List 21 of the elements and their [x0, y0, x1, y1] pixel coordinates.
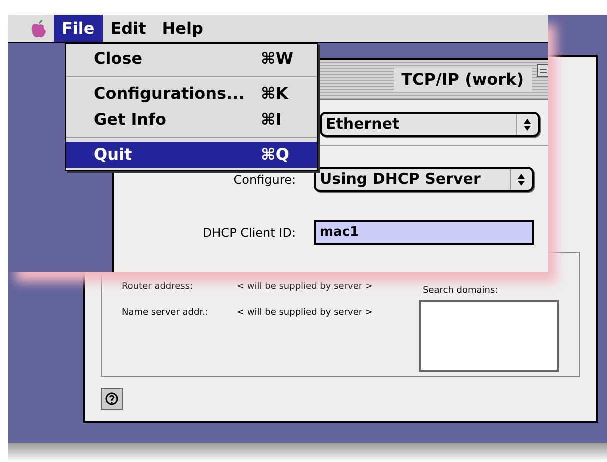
- popup-menu[interactable]: Using DHCP Server: [314, 167, 534, 192]
- field-value: < will be supplied by server >: [237, 281, 373, 294]
- search-domains-field[interactable]: [419, 300, 559, 372]
- help-icon[interactable]: [101, 388, 123, 410]
- collapse-box-icon[interactable]: [537, 64, 548, 77]
- dhcp-client-id-label: DHCP Client ID:: [202, 224, 297, 242]
- field-label: Router address:: [122, 281, 194, 294]
- field-label: Name server addr.:: [122, 306, 210, 320]
- menu-item[interactable]: Get Info ⌘I: [66, 107, 317, 133]
- menu-title[interactable]: Edit: [102, 15, 154, 42]
- menu-title[interactable]: Help: [154, 15, 212, 42]
- dhcp-client-id-field[interactable]: mac1: [314, 220, 534, 245]
- menu-item[interactable]: Configurations... ⌘K: [66, 81, 317, 107]
- menu-item[interactable]: Quit ⌘Q: [66, 142, 317, 168]
- search-domains-label: Search domains:: [423, 285, 498, 298]
- menu-item[interactable]: Close ⌘W: [66, 46, 317, 72]
- popup-menu[interactable]: Ethernet: [320, 112, 540, 137]
- configure-label: Configure:: [232, 172, 297, 188]
- menu-title[interactable]: File: [54, 15, 103, 42]
- field-value: < will be supplied by server >: [237, 306, 373, 320]
- window-title: TCP/IP (work): [394, 68, 532, 92]
